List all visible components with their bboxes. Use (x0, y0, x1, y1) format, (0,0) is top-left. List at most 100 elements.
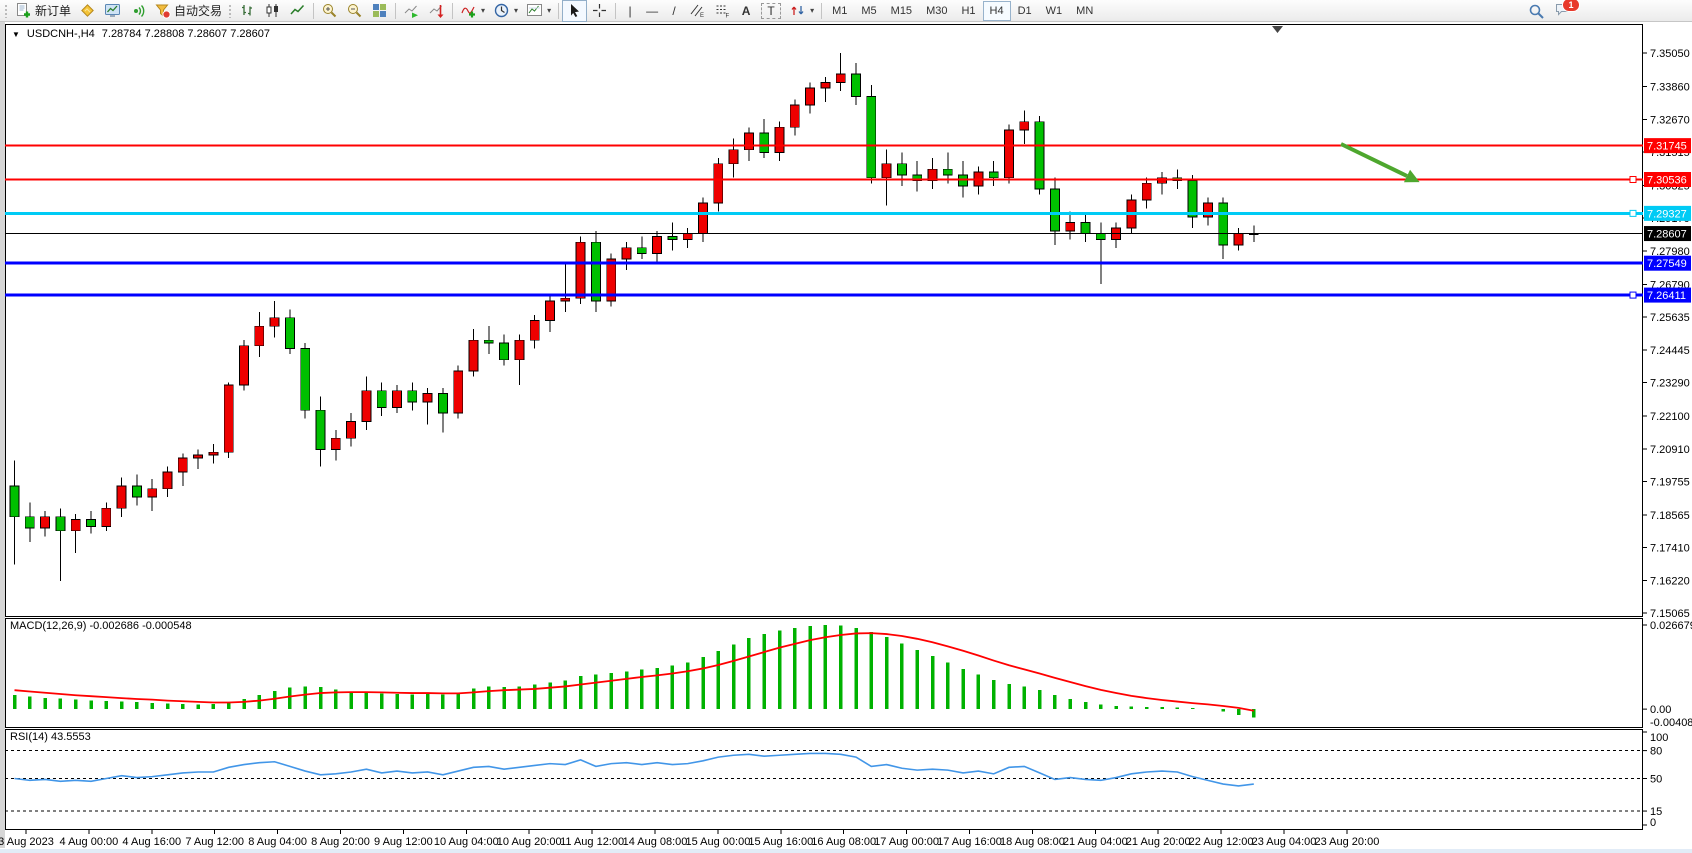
svg-text:4 Aug 00:00: 4 Aug 00:00 (60, 836, 119, 848)
tab-m5[interactable]: M5 (854, 1, 883, 21)
periods-button[interactable]: ▾ (489, 0, 522, 22)
terminal-icon (104, 2, 121, 19)
chat-button[interactable]: 1 (1554, 0, 1571, 22)
cursor-button[interactable] (562, 0, 587, 22)
chart-canvas[interactable]: 7.350507.338607.326707.315157.303257.291… (0, 0, 1692, 853)
svg-text:7.31745: 7.31745 (1647, 141, 1687, 153)
svg-text:23 Aug 04:00: 23 Aug 04:00 (1252, 836, 1317, 848)
application-window: 7.350507.338607.326707.315157.303257.291… (0, 0, 1692, 853)
main-toolbar: 新订单 自动交易 (0, 0, 1692, 22)
crosshair-button[interactable] (587, 0, 612, 22)
indicators-button[interactable]: ▾ (456, 0, 489, 22)
line-chart-button[interactable] (285, 0, 310, 22)
toolbar-separator (558, 3, 559, 19)
autotrading-label: 自动交易 (174, 2, 222, 19)
signals-button[interactable] (125, 0, 150, 22)
terminal-button[interactable] (100, 0, 125, 22)
svg-text:7 Aug 12:00: 7 Aug 12:00 (185, 836, 244, 848)
svg-text:7.19755: 7.19755 (1650, 477, 1690, 489)
svg-text:7.15065: 7.15065 (1650, 608, 1690, 620)
text-icon: A (739, 4, 753, 18)
svg-text:7.32670: 7.32670 (1650, 115, 1690, 127)
line-handle[interactable] (1630, 292, 1636, 298)
svg-text:E: E (700, 13, 704, 19)
svg-text:11 Aug 12:00: 11 Aug 12:00 (560, 836, 624, 848)
chart-title: ▼ USDCNH-,H4 7.28784 7.28808 7.28607 7.2… (12, 28, 270, 40)
auto-scroll-button[interactable] (399, 0, 424, 22)
svg-text:15 Aug 00:00: 15 Aug 00:00 (685, 836, 750, 848)
text-label-button[interactable]: T (757, 0, 785, 22)
market-depth-icon (79, 2, 96, 19)
svg-text:7.25635: 7.25635 (1650, 312, 1690, 324)
chevron-down-icon: ▾ (547, 6, 551, 15)
chart-shift-button[interactable] (424, 0, 449, 22)
macd-indicator-label: MACD(12,26,9) -0.002686 -0.000548 (10, 620, 192, 632)
svg-text:9 Aug 12:00: 9 Aug 12:00 (374, 836, 433, 848)
market-depth-button[interactable] (75, 0, 100, 22)
toolbar-separator (313, 3, 314, 19)
text-button[interactable]: A (735, 0, 757, 22)
quote-values: 7.28784 7.28808 7.28607 7.28607 (102, 28, 270, 40)
fibonacci-icon: F (714, 2, 731, 19)
svg-text:8 Aug 20:00: 8 Aug 20:00 (311, 836, 370, 848)
tab-mn[interactable]: MN (1069, 1, 1100, 21)
indicators-icon (460, 2, 477, 19)
crosshair-icon (591, 2, 608, 19)
svg-text:23 Aug 20:00: 23 Aug 20:00 (1314, 836, 1379, 848)
svg-text:21 Aug 20:00: 21 Aug 20:00 (1126, 836, 1191, 848)
new-order-label: 新订单 (35, 2, 71, 19)
tile-windows-button[interactable] (367, 0, 392, 22)
svg-text:7.28607: 7.28607 (1647, 229, 1687, 241)
svg-text:16 Aug 08:00: 16 Aug 08:00 (811, 836, 876, 848)
bar-chart-button[interactable] (235, 0, 260, 22)
collapse-icon[interactable]: ▼ (12, 30, 20, 39)
autotrading-icon (154, 2, 171, 19)
svg-text:7.27549: 7.27549 (1647, 258, 1687, 270)
tab-h4[interactable]: H4 (983, 1, 1011, 21)
zoom-out-button[interactable] (342, 0, 367, 22)
zoom-in-button[interactable] (317, 0, 342, 22)
cursor-icon (566, 2, 583, 19)
svg-text:7.18565: 7.18565 (1650, 510, 1690, 522)
autotrading-button[interactable]: 自动交易 (150, 0, 226, 22)
toolbar-separator (615, 3, 616, 19)
svg-text:7.35050: 7.35050 (1650, 48, 1690, 60)
horizontal-line-button[interactable]: — (641, 0, 663, 22)
tab-w1[interactable]: W1 (1039, 1, 1070, 21)
line-handle[interactable] (1630, 210, 1636, 216)
tab-m1[interactable]: M1 (825, 1, 854, 21)
fibonacci-button[interactable]: F (710, 0, 735, 22)
channel-button[interactable]: E (685, 0, 710, 22)
templates-button[interactable]: ▾ (522, 0, 555, 22)
shapes-button[interactable]: ▾ (785, 0, 818, 22)
toolbar-grip[interactable] (228, 4, 233, 18)
search-icon[interactable] (1528, 3, 1545, 20)
svg-text:7.17410: 7.17410 (1650, 542, 1690, 554)
toolbar-grip[interactable] (4, 4, 9, 18)
zoom-in-icon (321, 2, 338, 19)
svg-text:100: 100 (1650, 732, 1668, 744)
clock-icon (493, 2, 510, 19)
new-order-button[interactable]: 新订单 (11, 0, 75, 22)
tab-h1[interactable]: H1 (954, 1, 982, 21)
arrows-shapes-icon (789, 2, 806, 19)
svg-text:14 Aug 08:00: 14 Aug 08:00 (623, 836, 688, 848)
symbol-period-label: USDCNH-,H4 (27, 28, 95, 40)
zoom-out-icon (346, 2, 363, 19)
svg-text:3 Aug 2023: 3 Aug 2023 (0, 836, 54, 848)
tab-d1[interactable]: D1 (1011, 1, 1039, 21)
svg-text:7.30536: 7.30536 (1647, 175, 1687, 187)
trendline-button[interactable]: / (663, 0, 685, 22)
vertical-line-button[interactable]: | (619, 0, 641, 22)
svg-text:7.33860: 7.33860 (1650, 81, 1690, 93)
svg-text:7.16220: 7.16220 (1650, 576, 1690, 588)
candlestick-chart-button[interactable] (260, 0, 285, 22)
svg-text:10 Aug 20:00: 10 Aug 20:00 (497, 836, 562, 848)
rsi-indicator-label: RSI(14) 43.5553 (10, 731, 91, 743)
line-handle[interactable] (1630, 177, 1636, 183)
svg-text:7.26411: 7.26411 (1647, 290, 1686, 302)
tab-m30[interactable]: M30 (919, 1, 954, 21)
svg-text:7.29327: 7.29327 (1647, 208, 1687, 220)
tab-m15[interactable]: M15 (884, 1, 919, 21)
svg-text:F: F (726, 14, 730, 20)
